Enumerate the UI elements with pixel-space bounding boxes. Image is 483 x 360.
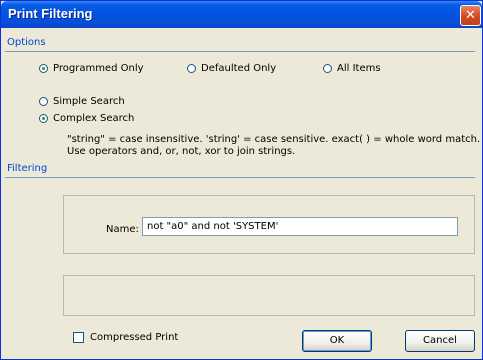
ok-button-label: OK [329,335,345,346]
checkbox-box-icon [73,332,84,343]
radio-all-items[interactable]: All Items [323,61,381,75]
radio-programmed-only[interactable]: Programmed Only [39,61,144,75]
radio-indicator-icon [187,63,196,73]
name-filter-input[interactable] [142,217,458,236]
options-header-label: Options [7,37,46,48]
radio-label: Simple Search [53,95,125,107]
ok-button[interactable]: OK [302,330,372,352]
options-header: Options [5,37,475,52]
filter-extra-panel [63,275,475,316]
dialog-title: Print Filtering [8,6,93,21]
close-icon: ✕ [465,8,476,23]
radio-complex-search[interactable]: Complex Search [39,111,134,125]
radio-simple-search[interactable]: Simple Search [39,94,125,108]
help-text-line-1: "string" = case insensitive. 'string' = … [67,134,481,145]
name-label: Name: [106,224,139,235]
compressed-print-checkbox[interactable]: Compressed Print [73,332,178,343]
radio-indicator-icon [39,96,48,106]
radio-indicator-icon [39,113,48,123]
radio-label: Complex Search [53,112,135,124]
cancel-button-label: Cancel [423,335,457,346]
title-bar: Print Filtering ✕ [1,1,482,28]
radio-indicator-icon [39,63,48,73]
filtering-header-label: Filtering [7,163,48,174]
radio-label: Defaulted Only [201,62,277,74]
radio-label: Programmed Only [53,62,144,74]
cancel-button[interactable]: Cancel [405,330,475,352]
filtering-header: Filtering [5,163,475,178]
radio-indicator-icon [323,63,332,73]
close-button[interactable]: ✕ [460,5,481,26]
radio-defaulted-only[interactable]: Defaulted Only [187,61,276,75]
print-filtering-dialog: Print Filtering ✕ Options Programmed Onl… [0,0,483,360]
help-text-line-2: Use operators and, or, not, xor to join … [67,146,296,157]
compressed-print-label: Compressed Print [90,332,179,343]
radio-label: All Items [337,62,381,74]
